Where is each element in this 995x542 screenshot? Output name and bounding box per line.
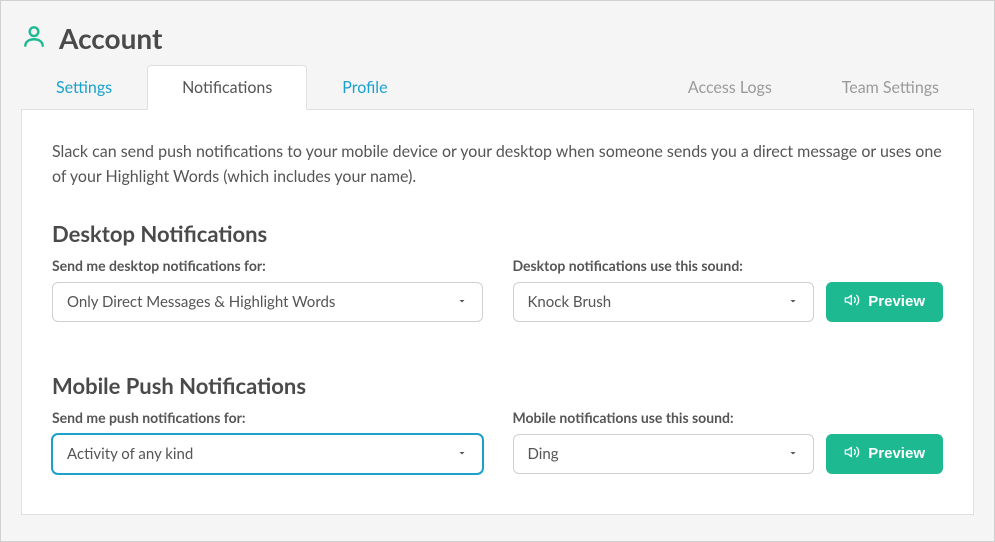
chevron-down-icon — [787, 293, 799, 311]
tab-notifications[interactable]: Notifications — [147, 65, 307, 110]
sound-icon — [844, 444, 860, 464]
preview-label: Preview — [868, 293, 925, 310]
desktop-sound-value: Knock Brush — [528, 293, 612, 311]
desktop-for-value: Only Direct Messages & Highlight Words — [67, 293, 335, 311]
sound-icon — [844, 292, 860, 312]
mobile-for-select[interactable]: Activity of any kind — [52, 434, 483, 474]
mobile-for-value: Activity of any kind — [67, 445, 193, 463]
chevron-down-icon — [456, 293, 468, 311]
tab-access-logs[interactable]: Access Logs — [653, 65, 807, 110]
preview-label: Preview — [868, 445, 925, 462]
mobile-for-label: Send me push notifications for: — [52, 409, 483, 426]
page-title: Account — [59, 21, 162, 55]
desktop-heading: Desktop Notifications — [52, 220, 943, 247]
tab-team-settings[interactable]: Team Settings — [807, 65, 974, 110]
chevron-down-icon — [456, 445, 468, 463]
mobile-preview-button[interactable]: Preview — [826, 434, 943, 474]
desktop-sound-select[interactable]: Knock Brush — [513, 282, 815, 322]
tab-profile[interactable]: Profile — [307, 65, 422, 110]
mobile-sound-value: Ding — [528, 445, 559, 463]
user-icon — [21, 23, 47, 53]
intro-text: Slack can send push notifications to you… — [52, 140, 943, 190]
tabs: Settings Notifications Profile Access Lo… — [1, 65, 994, 110]
desktop-preview-button[interactable]: Preview — [826, 282, 943, 322]
mobile-heading: Mobile Push Notifications — [52, 372, 943, 399]
mobile-sound-select[interactable]: Ding — [513, 434, 815, 474]
desktop-sound-label: Desktop notifications use this sound: — [513, 257, 815, 274]
desktop-for-select[interactable]: Only Direct Messages & Highlight Words — [52, 282, 483, 322]
mobile-sound-label: Mobile notifications use this sound: — [513, 409, 815, 426]
desktop-for-label: Send me desktop notifications for: — [52, 257, 483, 274]
tab-settings[interactable]: Settings — [21, 65, 147, 110]
chevron-down-icon — [787, 445, 799, 463]
